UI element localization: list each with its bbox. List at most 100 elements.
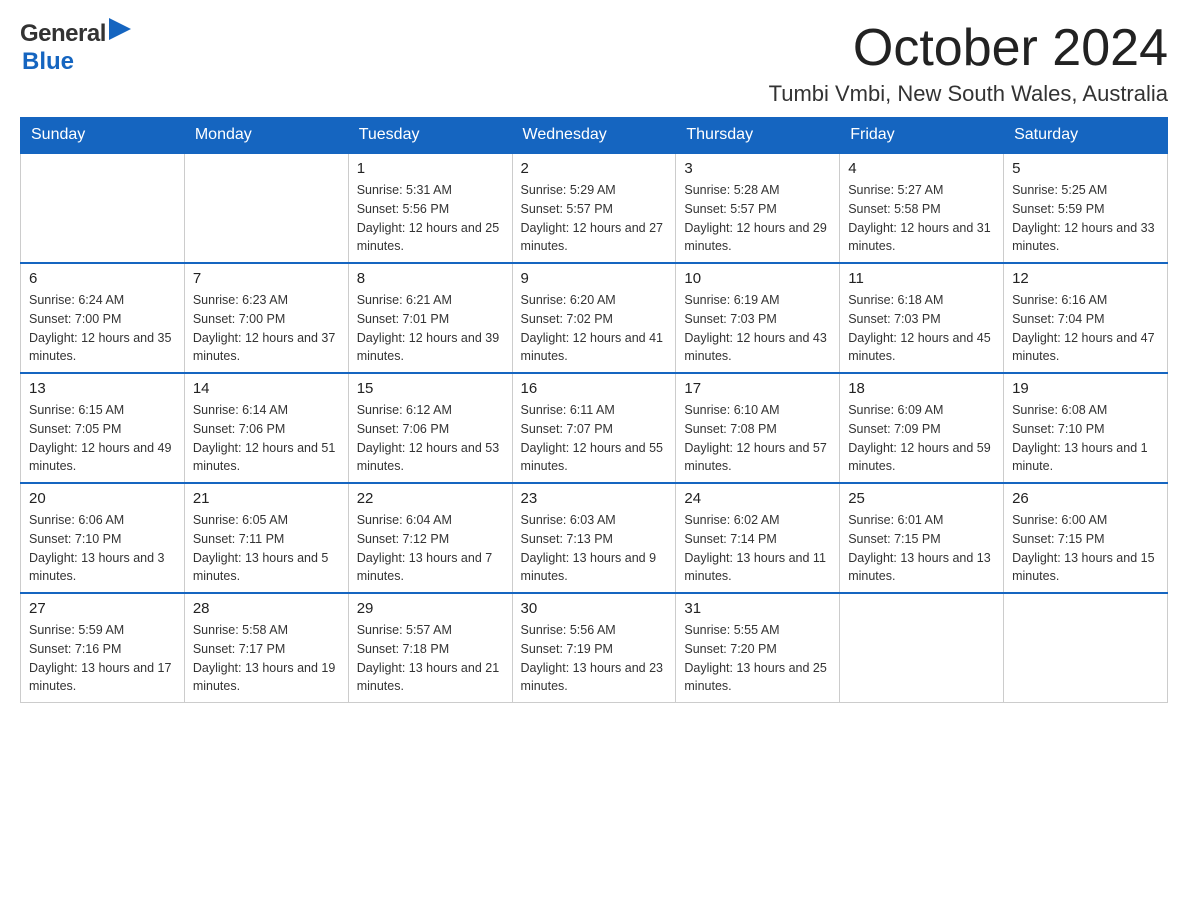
page-header: General Blue October 2024 Tumbi Vmbi, Ne… (20, 20, 1168, 107)
day-number: 17 (684, 380, 831, 397)
day-number: 31 (684, 600, 831, 617)
calendar-day-header: Saturday (1004, 118, 1168, 154)
calendar-cell: 31 Sunrise: 5:55 AMSunset: 7:20 PMDayligh… (676, 593, 840, 703)
day-number: 20 (29, 490, 176, 507)
calendar-cell: 29 Sunrise: 5:57 AMSunset: 7:18 PMDayligh… (348, 593, 512, 703)
day-number: 16 (521, 380, 668, 397)
calendar-cell: 19Sunrise: 6:08 AMSunset: 7:10 PMDayligh… (1004, 373, 1168, 483)
calendar-day-header: Thursday (676, 118, 840, 154)
day-info: Sunrise: 6:04 AMSunset: 7:12 PMDaylight:… (357, 511, 504, 586)
calendar-cell: 2Sunrise: 5:29 AMSunset: 5:57 PMDaylight… (512, 153, 676, 263)
day-info: Sunrise: 5:57 AMSunset: 7:18 PMDaylight:… (357, 621, 504, 696)
calendar-cell: 21 Sunrise: 6:05 AMSunset: 7:11 PMDayligh… (184, 483, 348, 593)
day-number: 9 (521, 270, 668, 287)
day-info: Sunrise: 6:01 AMSunset: 7:15 PMDaylight:… (848, 511, 995, 586)
calendar-cell: 9 Sunrise: 6:20 AMSunset: 7:02 PMDaylight… (512, 263, 676, 373)
day-number: 3 (684, 160, 831, 177)
day-number: 23 (521, 490, 668, 507)
calendar-cell: 26 Sunrise: 6:00 AMSunset: 7:15 PMDayligh… (1004, 483, 1168, 593)
calendar-cell (184, 153, 348, 263)
calendar-cell: 10Sunrise: 6:19 AMSunset: 7:03 PMDayligh… (676, 263, 840, 373)
day-number: 15 (357, 380, 504, 397)
day-number: 26 (1012, 490, 1159, 507)
calendar-cell: 12Sunrise: 6:16 AMSunset: 7:04 PMDayligh… (1004, 263, 1168, 373)
calendar-week-row: 6 Sunrise: 6:24 AMSunset: 7:00 PMDaylight… (21, 263, 1168, 373)
calendar-week-row: 27 Sunrise: 5:59 AMSunset: 7:16 PMDayligh… (21, 593, 1168, 703)
day-number: 4 (848, 160, 995, 177)
calendar-cell: 7 Sunrise: 6:23 AMSunset: 7:00 PMDaylight… (184, 263, 348, 373)
calendar-cell: 15Sunrise: 6:12 AMSunset: 7:06 PMDayligh… (348, 373, 512, 483)
calendar-cell: 27 Sunrise: 5:59 AMSunset: 7:16 PMDayligh… (21, 593, 185, 703)
day-info: Sunrise: 5:59 AMSunset: 7:16 PMDaylight:… (29, 621, 176, 696)
day-number: 1 (357, 160, 504, 177)
calendar-header-row: SundayMondayTuesdayWednesdayThursdayFrid… (21, 118, 1168, 154)
calendar-cell: 18 Sunrise: 6:09 AMSunset: 7:09 PMDayligh… (840, 373, 1004, 483)
calendar-week-row: 20 Sunrise: 6:06 AMSunset: 7:10 PMDayligh… (21, 483, 1168, 593)
day-number: 29 (357, 600, 504, 617)
day-number: 21 (193, 490, 340, 507)
day-info: Sunrise: 6:21 AMSunset: 7:01 PMDaylight:… (357, 291, 504, 366)
calendar-cell: 16 Sunrise: 6:11 AMSunset: 7:07 PMDayligh… (512, 373, 676, 483)
calendar-cell: 23 Sunrise: 6:03 AMSunset: 7:13 PMDayligh… (512, 483, 676, 593)
page-title: October 2024 (769, 20, 1168, 77)
calendar-cell: 24 Sunrise: 6:02 AMSunset: 7:14 PMDayligh… (676, 483, 840, 593)
day-info: Sunrise: 5:55 AMSunset: 7:20 PMDaylight:… (684, 621, 831, 696)
day-info: Sunrise: 5:58 AMSunset: 7:17 PMDaylight:… (193, 621, 340, 696)
day-info: Sunrise: 6:19 AMSunset: 7:03 PMDaylight:… (684, 291, 831, 366)
day-info: Sunrise: 6:09 AMSunset: 7:09 PMDaylight:… (848, 401, 995, 476)
day-number: 6 (29, 270, 176, 287)
logo-arrow-icon (109, 18, 131, 45)
logo-general-text: General (20, 20, 106, 48)
calendar-day-header: Tuesday (348, 118, 512, 154)
day-number: 8 (357, 270, 504, 287)
day-info: Sunrise: 6:15 AMSunset: 7:05 PMDaylight:… (29, 401, 176, 476)
calendar-week-row: 13Sunrise: 6:15 AMSunset: 7:05 PMDayligh… (21, 373, 1168, 483)
calendar-cell: 28 Sunrise: 5:58 AMSunset: 7:17 PMDayligh… (184, 593, 348, 703)
day-number: 18 (848, 380, 995, 397)
calendar-day-header: Friday (840, 118, 1004, 154)
day-info: Sunrise: 6:20 AMSunset: 7:02 PMDaylight:… (521, 291, 668, 366)
calendar-cell: 5Sunrise: 5:25 AMSunset: 5:59 PMDaylight… (1004, 153, 1168, 263)
day-info: Sunrise: 6:14 AMSunset: 7:06 PMDaylight:… (193, 401, 340, 476)
day-number: 27 (29, 600, 176, 617)
day-number: 7 (193, 270, 340, 287)
page-subtitle: Tumbi Vmbi, New South Wales, Australia (769, 81, 1168, 107)
calendar-cell (1004, 593, 1168, 703)
calendar-cell: 14Sunrise: 6:14 AMSunset: 7:06 PMDayligh… (184, 373, 348, 483)
calendar-cell: 3 Sunrise: 5:28 AMSunset: 5:57 PMDaylight… (676, 153, 840, 263)
day-number: 30 (521, 600, 668, 617)
calendar-week-row: 1Sunrise: 5:31 AMSunset: 5:56 PMDaylight… (21, 153, 1168, 263)
calendar-table: SundayMondayTuesdayWednesdayThursdayFrid… (20, 117, 1168, 703)
calendar-cell: 1Sunrise: 5:31 AMSunset: 5:56 PMDaylight… (348, 153, 512, 263)
calendar-cell: 20 Sunrise: 6:06 AMSunset: 7:10 PMDayligh… (21, 483, 185, 593)
calendar-cell: 6 Sunrise: 6:24 AMSunset: 7:00 PMDaylight… (21, 263, 185, 373)
day-info: Sunrise: 6:08 AMSunset: 7:10 PMDaylight:… (1012, 401, 1159, 476)
day-info: Sunrise: 6:18 AMSunset: 7:03 PMDaylight:… (848, 291, 995, 366)
day-info: Sunrise: 6:00 AMSunset: 7:15 PMDaylight:… (1012, 511, 1159, 586)
title-section: October 2024 Tumbi Vmbi, New South Wales… (769, 20, 1168, 107)
calendar-cell: 11 Sunrise: 6:18 AMSunset: 7:03 PMDayligh… (840, 263, 1004, 373)
day-number: 22 (357, 490, 504, 507)
day-info: Sunrise: 6:24 AMSunset: 7:00 PMDaylight:… (29, 291, 176, 366)
calendar-cell: 8 Sunrise: 6:21 AMSunset: 7:01 PMDaylight… (348, 263, 512, 373)
day-info: Sunrise: 6:23 AMSunset: 7:00 PMDaylight:… (193, 291, 340, 366)
calendar-day-header: Wednesday (512, 118, 676, 154)
day-number: 28 (193, 600, 340, 617)
day-info: Sunrise: 6:16 AMSunset: 7:04 PMDaylight:… (1012, 291, 1159, 366)
day-info: Sunrise: 6:11 AMSunset: 7:07 PMDaylight:… (521, 401, 668, 476)
day-info: Sunrise: 5:28 AMSunset: 5:57 PMDaylight:… (684, 181, 831, 256)
calendar-cell: 13Sunrise: 6:15 AMSunset: 7:05 PMDayligh… (21, 373, 185, 483)
day-info: Sunrise: 6:02 AMSunset: 7:14 PMDaylight:… (684, 511, 831, 586)
day-info: Sunrise: 6:05 AMSunset: 7:11 PMDaylight:… (193, 511, 340, 586)
calendar-day-header: Sunday (21, 118, 185, 154)
day-info: Sunrise: 6:06 AMSunset: 7:10 PMDaylight:… (29, 511, 176, 586)
day-info: Sunrise: 6:03 AMSunset: 7:13 PMDaylight:… (521, 511, 668, 586)
calendar-cell: 17Sunrise: 6:10 AMSunset: 7:08 PMDayligh… (676, 373, 840, 483)
calendar-day-header: Monday (184, 118, 348, 154)
calendar-cell: 4Sunrise: 5:27 AMSunset: 5:58 PMDaylight… (840, 153, 1004, 263)
day-number: 11 (848, 270, 995, 287)
logo-blue-text: Blue (22, 48, 74, 75)
day-number: 24 (684, 490, 831, 507)
day-number: 2 (521, 160, 668, 177)
calendar-cell: 25Sunrise: 6:01 AMSunset: 7:15 PMDayligh… (840, 483, 1004, 593)
